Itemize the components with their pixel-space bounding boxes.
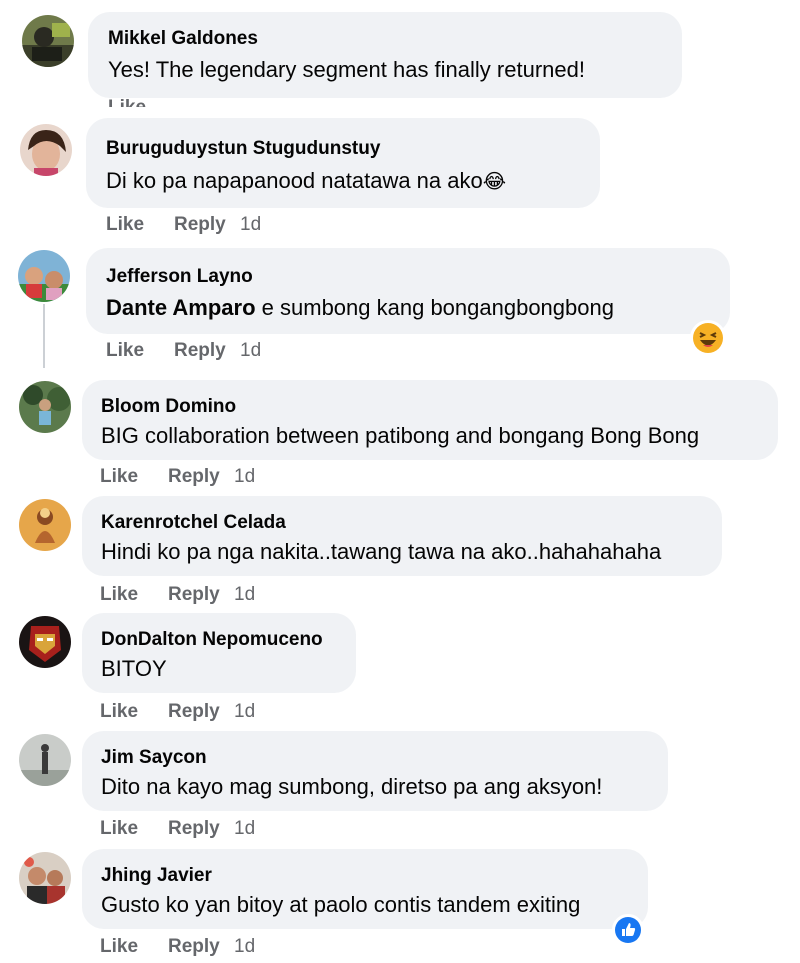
comment-timestamp[interactable]: 1d <box>234 936 255 958</box>
avatar[interactable] <box>20 124 72 176</box>
like-button[interactable]: Like <box>100 818 168 840</box>
avatar[interactable] <box>19 381 71 433</box>
avatar[interactable] <box>19 852 71 904</box>
comment-timestamp[interactable]: 1d <box>240 214 261 236</box>
comment-text: Dito na kayo mag sumbong, diretso pa ang… <box>101 774 603 799</box>
comment-actions: Like Reply 1d <box>100 466 255 488</box>
like-button[interactable]: Like <box>100 584 168 606</box>
avatar[interactable] <box>19 734 71 786</box>
comment-author[interactable]: Buruguduystun Stugudunstuy <box>106 138 380 160</box>
comment-text: BITOY <box>101 656 167 681</box>
comment-text: Dante Amparo e sumbong kang bongangbongb… <box>106 295 614 321</box>
like-button[interactable]: Like <box>106 214 174 236</box>
thread-line <box>43 304 45 368</box>
avatar[interactable] <box>19 616 71 668</box>
comment-author[interactable]: Jim Saycon <box>101 747 207 769</box>
reply-button[interactable]: Reply <box>168 584 234 606</box>
comment-timestamp[interactable]: 1d <box>234 584 255 606</box>
comment-text: Yes! The legendary segment has finally r… <box>108 57 585 82</box>
comment-author[interactable]: Bloom Domino <box>101 396 236 418</box>
comment-actions: Like <box>108 97 146 107</box>
comment-bubble: Jhing Javier Gusto ko yan bitoy at paolo… <box>82 849 648 929</box>
like-button[interactable]: Like <box>108 97 146 107</box>
comment-bubble: Buruguduystun Stugudunstuy Di ko pa napa… <box>86 118 600 208</box>
avatar[interactable] <box>22 15 74 67</box>
thumbs-up-icon[interactable] <box>612 914 644 946</box>
comment-text-body: Di ko pa napapanood natatawa na ako <box>106 168 483 193</box>
comment-bubble: DonDalton Nepomuceno BITOY <box>82 613 356 693</box>
comment-timestamp[interactable]: 1d <box>234 818 255 840</box>
reply-button[interactable]: Reply <box>174 214 240 236</box>
avatar[interactable] <box>19 499 71 551</box>
comment-text: Di ko pa napapanood natatawa na ako😂 <box>106 168 506 194</box>
reply-button[interactable]: Reply <box>168 936 234 958</box>
comment-actions: Like Reply 1d <box>106 340 261 362</box>
reply-button[interactable]: Reply <box>168 466 234 488</box>
haha-icon[interactable] <box>690 320 726 356</box>
comment-author[interactable]: Jefferson Layno <box>106 266 253 288</box>
comment-text: BIG collaboration between patibong and b… <box>101 423 700 448</box>
comment-author[interactable]: DonDalton Nepomuceno <box>101 629 323 651</box>
reply-button[interactable]: Reply <box>168 818 234 840</box>
comment-bubble: Mikkel Galdones Yes! The legendary segme… <box>88 12 682 98</box>
comment-timestamp[interactable]: 1d <box>234 701 255 723</box>
comment-bubble: Jefferson Layno Dante Amparo e sumbong k… <box>86 248 730 334</box>
laughing-emoji: 😂 <box>482 171 507 193</box>
reply-button[interactable]: Reply <box>168 701 234 723</box>
comment-text: Gusto ko yan bitoy at paolo contis tande… <box>101 892 581 917</box>
comment-bubble: Bloom Domino BIG collaboration between p… <box>82 380 778 460</box>
comment-author[interactable]: Mikkel Galdones <box>108 28 258 50</box>
comment-actions: Like Reply 1d <box>100 936 255 958</box>
like-button[interactable]: Like <box>106 340 174 362</box>
comment-actions: Like Reply 1d <box>100 701 255 723</box>
comment-timestamp[interactable]: 1d <box>240 340 261 362</box>
comment-author[interactable]: Jhing Javier <box>101 865 212 887</box>
reply-button[interactable]: Reply <box>174 340 240 362</box>
comment-actions: Like Reply 1d <box>100 584 255 606</box>
comment-text-body: e sumbong kang bongangbongbong <box>255 295 614 320</box>
like-button[interactable]: Like <box>100 936 168 958</box>
comment-bubble: Jim Saycon Dito na kayo mag sumbong, dir… <box>82 731 668 811</box>
like-button[interactable]: Like <box>100 701 168 723</box>
mention-link[interactable]: Dante Amparo <box>106 295 256 320</box>
avatar[interactable] <box>18 250 70 302</box>
comment-actions: Like Reply 1d <box>100 818 255 840</box>
comment-actions: Like Reply 1d <box>106 214 261 236</box>
comment-timestamp[interactable]: 1d <box>234 466 255 488</box>
comment-author[interactable]: Karenrotchel Celada <box>101 512 286 534</box>
like-button[interactable]: Like <box>100 466 168 488</box>
comment-bubble: Karenrotchel Celada Hindi ko pa nga naki… <box>82 496 722 576</box>
comment-text: Hindi ko pa nga nakita..tawang tawa na a… <box>101 539 662 564</box>
